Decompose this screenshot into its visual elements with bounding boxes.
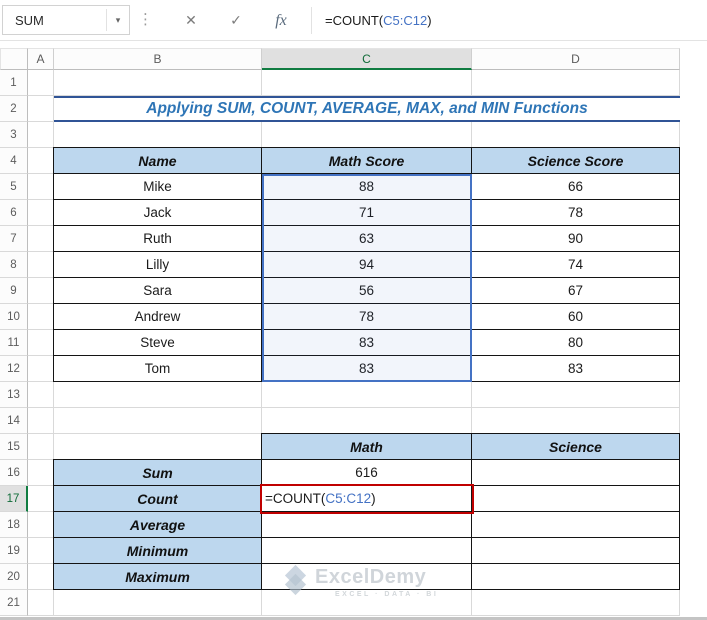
row-header-11[interactable]: 11 [0, 330, 28, 356]
summary-label-count[interactable]: Count [54, 486, 262, 512]
formula-bar-options-icon[interactable]: ⋮ [138, 10, 153, 28]
cell-C10[interactable]: 78 [262, 304, 472, 330]
cell-D10[interactable]: 60 [472, 304, 680, 330]
cell-B5[interactable]: Mike [54, 174, 262, 200]
cell-C7[interactable]: 63 [262, 226, 472, 252]
cell-C12[interactable]: 83 [262, 356, 472, 382]
summary-label-minimum[interactable]: Minimum [54, 538, 262, 564]
cell-D8[interactable]: 74 [472, 252, 680, 278]
row-header-6[interactable]: 6 [0, 200, 28, 226]
column-header-a[interactable]: A [28, 48, 54, 70]
name-box-value: SUM [15, 12, 44, 28]
cell-D19[interactable] [472, 538, 680, 564]
cell-C6[interactable]: 71 [262, 200, 472, 226]
cell-formula-prefix: =COUNT( [265, 491, 326, 506]
row-header-7[interactable]: 7 [0, 226, 28, 252]
row-header-19[interactable]: 19 [0, 538, 28, 564]
cell-C18[interactable] [262, 512, 472, 538]
cell-formula-suffix: ) [371, 491, 376, 506]
cell-C17-active-formula[interactable]: =COUNT( C5:C12 ) [262, 486, 472, 512]
cell-C8[interactable]: 94 [262, 252, 472, 278]
cell-D17[interactable] [472, 486, 680, 512]
row-header-14[interactable]: 14 [0, 408, 28, 434]
row-header-13[interactable]: 13 [0, 382, 28, 408]
cell-B11[interactable]: Steve [54, 330, 262, 356]
cell-D16[interactable] [472, 460, 680, 486]
cell-B12[interactable]: Tom [54, 356, 262, 382]
scores-header-science[interactable]: Science Score [472, 148, 680, 174]
formula-prefix: =COUNT( [325, 13, 384, 28]
row-header-18[interactable]: 18 [0, 512, 28, 538]
row-header-21[interactable]: 21 [0, 590, 28, 616]
cell-B8[interactable]: Lilly [54, 252, 262, 278]
row-header-15[interactable]: 15 [0, 434, 28, 460]
formula-bar-divider [311, 7, 312, 34]
row-header-4[interactable]: 4 [0, 148, 28, 174]
scores-header-name[interactable]: Name [54, 148, 262, 174]
formula-cancel-button[interactable]: ✕ [176, 8, 206, 33]
summary-values: 616 =COUNT( C5:C12 ) [261, 459, 680, 590]
name-box[interactable]: SUM ▾ [2, 5, 130, 35]
formula-bar-input[interactable]: =COUNT( C5:C12 ) [325, 0, 703, 41]
cell-C20[interactable] [262, 564, 472, 590]
cell-D5[interactable]: 66 [472, 174, 680, 200]
excel-window: SUM ▾ ⋮ ✕ ✓ fx =COUNT( C5:C12 ) A B C D … [0, 0, 707, 620]
row-header-10[interactable]: 10 [0, 304, 28, 330]
row-header-2[interactable]: 2 [0, 96, 28, 122]
scores-table: Name Math Score Science Score Mike 88 66… [53, 147, 680, 382]
cell-C19[interactable] [262, 538, 472, 564]
cell-B7[interactable]: Ruth [54, 226, 262, 252]
row-header-12[interactable]: 12 [0, 356, 28, 382]
row-header-5[interactable]: 5 [0, 174, 28, 200]
select-all-corner[interactable] [0, 48, 28, 70]
cell-D6[interactable]: 78 [472, 200, 680, 226]
cell-D11[interactable]: 80 [472, 330, 680, 356]
cell-B10[interactable]: Andrew [54, 304, 262, 330]
cell-D18[interactable] [472, 512, 680, 538]
worksheet-title-cell[interactable]: Applying SUM, COUNT, AVERAGE, MAX, and M… [54, 96, 680, 122]
summary-labels: Sum Count Average Minimum Maximum [53, 459, 262, 590]
row-header-16[interactable]: 16 [0, 460, 28, 486]
row-header-20[interactable]: 20 [0, 564, 28, 590]
check-icon: ✓ [230, 12, 242, 28]
cell-B9[interactable]: Sara [54, 278, 262, 304]
column-header-b[interactable]: B [54, 48, 262, 70]
summary-header-science[interactable]: Science [472, 434, 680, 460]
row-header-8[interactable]: 8 [0, 252, 28, 278]
worksheet-title: Applying SUM, COUNT, AVERAGE, MAX, and M… [146, 100, 588, 117]
cell-D20[interactable] [472, 564, 680, 590]
row-header-strip: 1 2 3 4 5 6 7 8 9 10 11 12 13 14 15 16 1… [0, 70, 28, 616]
row-header-17[interactable]: 17 [0, 486, 28, 512]
cell-D12[interactable]: 83 [472, 356, 680, 382]
row-header-3[interactable]: 3 [0, 122, 28, 148]
formula-enter-button[interactable]: ✓ [221, 8, 251, 33]
column-header-d[interactable]: D [472, 48, 680, 70]
cell-D9[interactable]: 67 [472, 278, 680, 304]
column-header-c[interactable]: C [262, 48, 472, 70]
cell-C5[interactable]: 88 [262, 174, 472, 200]
cell-C9[interactable]: 56 [262, 278, 472, 304]
row-header-1[interactable]: 1 [0, 70, 28, 96]
cell-D7[interactable]: 90 [472, 226, 680, 252]
fx-icon: fx [275, 11, 287, 29]
cell-C16-sum-result[interactable]: 616 [262, 460, 472, 486]
summary-header-math[interactable]: Math [262, 434, 472, 460]
formula-bar: SUM ▾ ⋮ ✕ ✓ fx =COUNT( C5:C12 ) [0, 0, 707, 41]
formula-suffix: ) [427, 13, 432, 28]
cell-B6[interactable]: Jack [54, 200, 262, 226]
insert-function-button[interactable]: fx [263, 8, 299, 33]
summary-label-sum[interactable]: Sum [54, 460, 262, 486]
cell-formula-reference: C5:C12 [325, 491, 372, 506]
cancel-icon: ✕ [185, 12, 197, 28]
name-box-dropdown-icon[interactable]: ▾ [107, 15, 129, 26]
scores-header-math[interactable]: Math Score [262, 148, 472, 174]
summary-label-maximum[interactable]: Maximum [54, 564, 262, 590]
summary-header-row: Math Science [261, 433, 680, 460]
formula-reference: C5:C12 [383, 13, 428, 28]
row-header-9[interactable]: 9 [0, 278, 28, 304]
summary-label-average[interactable]: Average [54, 512, 262, 538]
cell-C11[interactable]: 83 [262, 330, 472, 356]
